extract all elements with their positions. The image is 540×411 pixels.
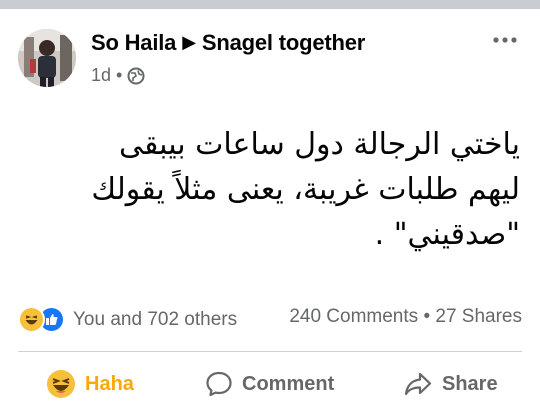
post-stats: You and 702 others 240 Comments • 27 Sha…	[0, 298, 540, 338]
globe-icon	[127, 67, 145, 84]
post-time[interactable]: 1d	[91, 65, 111, 86]
reactions-count: You and 702 others	[73, 308, 238, 330]
comment-bubble-icon	[206, 371, 232, 397]
shares-count[interactable]: 27 Shares	[435, 306, 522, 327]
share-label: Share	[442, 372, 498, 395]
comments-count[interactable]: 240 Comments	[289, 306, 418, 327]
post-text-line: ياختي الرجالة دول ساعات بيبقى	[118, 127, 520, 162]
haha-button[interactable]: Haha	[46, 366, 134, 402]
share-button[interactable]: Share	[403, 366, 498, 402]
post-meta: 1d •	[91, 65, 145, 86]
author-name[interactable]: So Haila	[91, 30, 176, 55]
engagement-counts: 240 Comments • 27 Shares	[289, 306, 522, 328]
post-header: So Haila ▶ Snagel together 1d •	[0, 9, 540, 99]
share-arrow-icon	[404, 372, 432, 396]
avatar[interactable]	[18, 29, 76, 87]
avatar-photo	[18, 29, 76, 87]
more-options-icon[interactable]	[488, 25, 522, 55]
stats-separator: •	[423, 306, 431, 327]
haha-emoji-icon	[47, 370, 75, 398]
divider	[18, 351, 522, 352]
haha-label: Haha	[85, 372, 134, 395]
post-text: ياختي الرجالة دول ساعات بيبقى ليهم طلبات…	[10, 122, 520, 257]
post-author-line: So Haila ▶ Snagel together	[91, 30, 365, 56]
post-text-line: ليهم طلبات غريبة، يعنى مثلاً يقولك	[91, 172, 520, 207]
reactions-summary[interactable]: You and 702 others	[18, 306, 237, 333]
comment-button[interactable]: Comment	[205, 366, 334, 402]
post-text-line: "صدقيني" .	[374, 217, 520, 252]
comment-label: Comment	[242, 372, 335, 395]
group-name[interactable]: Snagel together	[202, 30, 365, 55]
meta-separator: •	[116, 65, 123, 85]
top-bar	[0, 0, 540, 9]
post-actions: Haha Comment Share	[0, 356, 540, 411]
right-triangle-icon: ▶	[182, 32, 196, 52]
haha-emoji-icon	[18, 306, 45, 333]
